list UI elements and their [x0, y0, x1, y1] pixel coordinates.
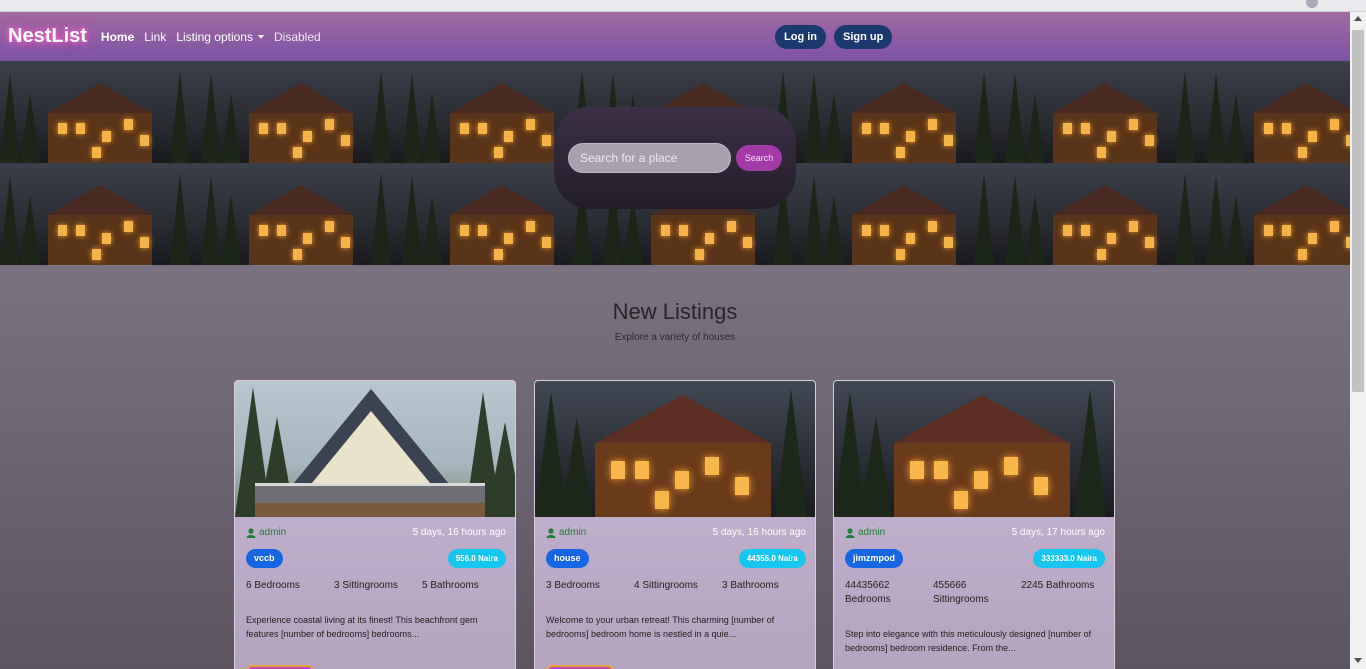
- hero-tile-image: [0, 61, 202, 163]
- hero-tile-image: [201, 163, 403, 265]
- scrollbar-thumb[interactable]: [1352, 30, 1364, 392]
- listing-card[interactable]: admin 5 days, 16 hours ago vccb 556.0 Na…: [234, 380, 516, 669]
- author-link[interactable]: admin: [246, 527, 286, 538]
- author-name: admin: [259, 527, 287, 538]
- hero-tile-image: [201, 61, 403, 163]
- sittingrooms-count: 4 Sittingrooms: [634, 580, 698, 591]
- author-link[interactable]: admin: [546, 527, 586, 538]
- brand-logo[interactable]: NestList: [8, 25, 87, 48]
- posted-time: 5 days, 16 hours ago: [712, 527, 806, 538]
- card-body: admin 5 days, 17 hours ago jimzmpod 3333…: [845, 527, 1105, 655]
- sittingrooms-count: 3 Sittingrooms: [334, 580, 398, 591]
- nav-dropdown-label: Listing options: [176, 29, 253, 44]
- listing-image[interactable]: [834, 381, 1114, 517]
- card-body: admin 5 days, 16 hours ago house 44355.0…: [546, 527, 806, 641]
- person-icon: [546, 527, 556, 538]
- listing-image[interactable]: [235, 381, 515, 517]
- profile-avatar-icon[interactable]: [1306, 0, 1318, 8]
- login-button[interactable]: Log in: [775, 25, 826, 49]
- price-badge: 556.0 Naira: [447, 549, 506, 568]
- listings-section: New Listings Explore a variety of houses…: [0, 265, 1350, 669]
- price-badge: 44355.0 Naira: [738, 549, 806, 568]
- bedrooms-count: 44435662 Bedrooms: [845, 580, 891, 605]
- person-icon: [845, 527, 855, 538]
- hero-tile-image: [804, 61, 1006, 163]
- scroll-down-icon[interactable]: [1354, 658, 1362, 663]
- bedrooms-count: 3 Bedrooms: [546, 580, 600, 591]
- bathrooms-count: 2245 Bathrooms: [1021, 580, 1095, 591]
- card-body: admin 5 days, 16 hours ago vccb 556.0 Na…: [246, 527, 506, 641]
- view-listing-button[interactable]: [546, 665, 614, 669]
- listing-description: Welcome to your urban retreat! This char…: [546, 615, 775, 639]
- browser-top-strip: [0, 0, 1366, 12]
- search-button[interactable]: Search: [736, 145, 782, 171]
- hero-tile-image: [1005, 61, 1207, 163]
- hero-tile-image: [1206, 61, 1350, 163]
- posted-time: 5 days, 16 hours ago: [412, 527, 506, 538]
- auth-buttons: Log in Sign up: [775, 25, 893, 49]
- scroll-up-icon[interactable]: [1354, 16, 1362, 21]
- listing-card[interactable]: admin 5 days, 16 hours ago house 44355.0…: [534, 380, 816, 669]
- sittingrooms-count: 455666 Sittingrooms: [933, 580, 989, 605]
- search-input[interactable]: [568, 143, 731, 173]
- category-badge[interactable]: vccb: [246, 549, 283, 568]
- view-listing-button[interactable]: [246, 665, 314, 669]
- nav-link-link[interactable]: Link: [144, 30, 166, 44]
- bedrooms-count: 6 Bedrooms: [246, 580, 300, 591]
- price-badge: 333333.0 Naira: [1033, 549, 1105, 568]
- bathrooms-count: 3 Bathrooms: [722, 580, 779, 591]
- bathrooms-count: 5 Bathrooms: [422, 580, 479, 591]
- nav-links: Home Link Listing options Disabled: [101, 30, 321, 44]
- listing-description: Experience coastal living at its finest!…: [246, 615, 478, 639]
- section-title: New Listings: [612, 299, 738, 324]
- category-badge[interactable]: jimzmpod: [845, 549, 903, 568]
- nav-link-disabled: Disabled: [273, 29, 321, 44]
- navbar: NestList Home Link Listing options Disab…: [0, 12, 1350, 61]
- hero-tile-image: [804, 163, 1006, 265]
- caret-down-icon: [257, 34, 264, 39]
- category-badge[interactable]: house: [546, 549, 589, 568]
- author-name: admin: [858, 527, 886, 538]
- author-link[interactable]: admin: [845, 527, 885, 538]
- posted-time: 5 days, 17 hours ago: [1011, 527, 1105, 538]
- listing-card[interactable]: admin 5 days, 17 hours ago jimzmpod 3333…: [833, 380, 1115, 669]
- hero-tile-image: [1005, 163, 1207, 265]
- hero-tile-image: [0, 163, 202, 265]
- nav-dropdown-listing-options[interactable]: Listing options: [176, 30, 264, 44]
- nav-link-home[interactable]: Home: [101, 30, 134, 44]
- listing-image[interactable]: [535, 381, 815, 517]
- signup-button[interactable]: Sign up: [834, 25, 893, 49]
- hero-tile-image: [1206, 163, 1350, 265]
- author-name: admin: [559, 527, 587, 538]
- person-icon: [246, 527, 256, 538]
- listing-description: Step into elegance with this meticulousl…: [845, 629, 1092, 653]
- section-subtitle: Explore a variety of houses: [614, 332, 736, 343]
